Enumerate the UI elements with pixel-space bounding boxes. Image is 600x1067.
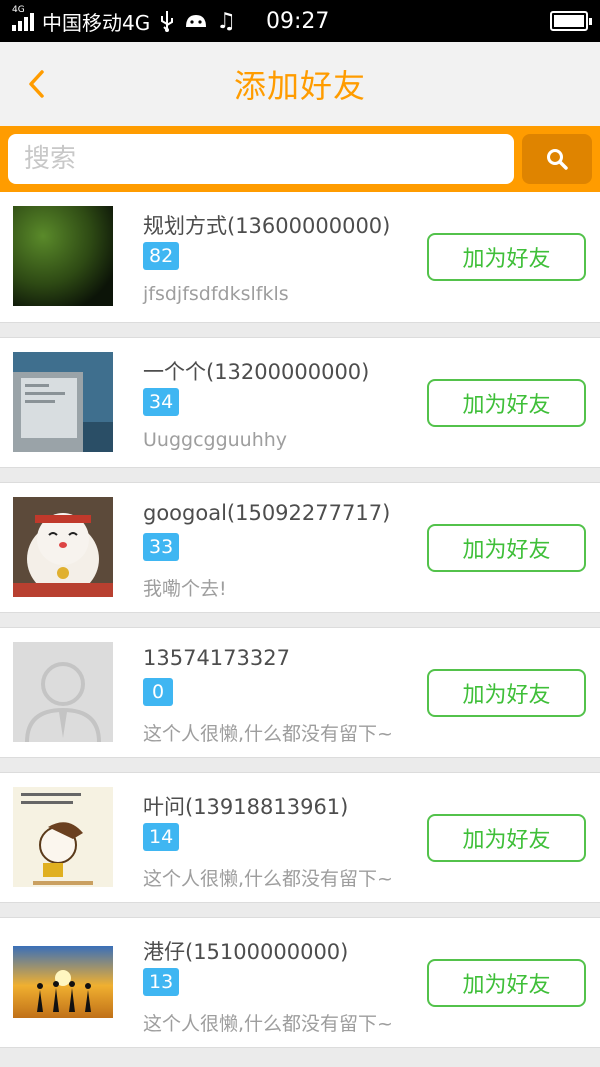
search-input[interactable] [8, 134, 514, 184]
avatar [13, 206, 113, 306]
level-badge: 82 [143, 242, 180, 270]
list-item[interactable]: 规划方式(13600000000) 82 jfsdjfsdfdkslfkls 加… [0, 192, 600, 323]
list-item[interactable]: 叶问(13918813961) 14 这个人很懒,什么都没有留下~ 加为好友 [0, 772, 600, 903]
friend-name: 港仔(15100000000) [143, 940, 349, 964]
friend-signature: 这个人很懒,什么都没有留下~ [143, 1013, 393, 1035]
search-icon [547, 149, 568, 170]
list-item[interactable]: 港仔(15100000000) 13 这个人很懒,什么都没有留下~ 加为好友 [0, 917, 600, 1048]
avatar [13, 787, 113, 887]
add-friend-button[interactable]: 加为好友 [427, 233, 586, 281]
add-friend-button[interactable]: 加为好友 [427, 959, 586, 1007]
level-badge: 33 [143, 533, 180, 561]
music-icon: ♫ [216, 8, 236, 34]
friend-signature: 这个人很懒,什么都没有留下~ [143, 723, 393, 745]
search-bar [0, 126, 600, 192]
level-badge: 0 [143, 678, 173, 706]
avatar [13, 352, 113, 452]
friend-name: googoal(15092277717) [143, 501, 391, 525]
friend-name: 叶问(13918813961) [143, 795, 349, 819]
carrier-label: 中国移动4G [42, 10, 151, 35]
friend-list: 规划方式(13600000000) 82 jfsdjfsdfdkslfkls 加… [0, 192, 600, 1062]
default-avatar-icon [13, 642, 113, 742]
search-button[interactable] [522, 134, 592, 184]
add-friend-button[interactable]: 加为好友 [427, 814, 586, 862]
level-badge: 14 [143, 823, 180, 851]
usb-icon [161, 11, 174, 32]
friend-name: 规划方式(13600000000) [143, 214, 391, 238]
page-title: 添加好友 [233, 67, 366, 105]
friend-signature: Uuggcgguuhhy [143, 429, 288, 451]
list-item[interactable]: googoal(15092277717) 33 我嘞个去! 加为好友 [0, 482, 600, 613]
friend-name: 一个个(13200000000) [143, 360, 370, 384]
avatar [13, 932, 113, 1032]
level-badge: 13 [143, 968, 180, 996]
add-friend-button[interactable]: 加为好友 [427, 379, 586, 427]
status-left: 4G 中国移动4G ♫ [12, 5, 236, 36]
friend-name: 13574173327 [143, 646, 290, 670]
battery-icon [550, 11, 592, 31]
android-icon [186, 15, 207, 27]
friend-signature: jfsdjfsdfdkslfkls [143, 283, 289, 305]
clock: 09:27 [265, 8, 330, 34]
friend-signature: 我嘞个去! [143, 578, 227, 600]
list-item[interactable]: 一个个(13200000000) 34 Uuggcgguuhhy 加为好友 [0, 337, 600, 468]
level-badge: 34 [143, 388, 180, 416]
chevron-left-icon[interactable] [22, 68, 54, 100]
list-item[interactable]: 13574173327 0 这个人很懒,什么都没有留下~ 加为好友 [0, 627, 600, 758]
avatar [13, 497, 113, 597]
signal-icon: 4G [12, 5, 34, 31]
friend-signature: 这个人很懒,什么都没有留下~ [143, 868, 393, 890]
network-tag: 4G [12, 5, 25, 15]
add-friend-button[interactable]: 加为好友 [427, 669, 586, 717]
header: 添加好友 [0, 42, 600, 126]
add-friend-button[interactable]: 加为好友 [427, 524, 586, 572]
status-bar: 4G 中国移动4G ♫ 09:27 [0, 0, 600, 42]
